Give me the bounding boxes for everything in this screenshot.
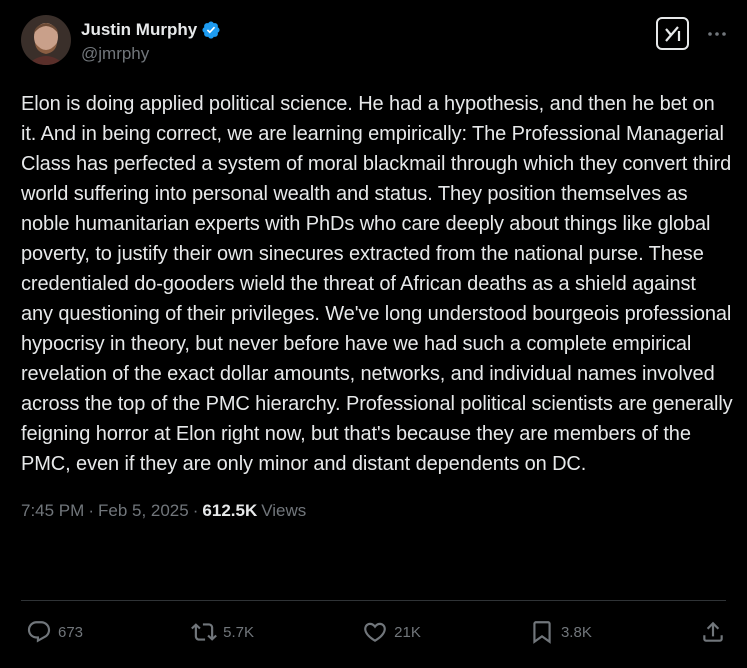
post-text: Elon is doing applied political science.… — [21, 93, 739, 475]
reply-icon — [27, 621, 51, 643]
meta-separator: · — [88, 501, 94, 520]
avatar[interactable] — [21, 15, 71, 65]
post-meta: 7:45 PM · Feb 5, 2025 · 612.5K Views — [21, 501, 726, 525]
divider — [21, 600, 726, 601]
verified-badge-icon — [201, 20, 221, 40]
post-date[interactable]: Feb 5, 2025 — [98, 501, 189, 521]
like-count: 21K — [394, 623, 421, 641]
display-name[interactable]: Justin Murphy — [81, 20, 197, 40]
reply-count: 673 — [58, 623, 84, 641]
action-bar: 673 5.7K 21K 3.8K — [21, 612, 726, 652]
handle[interactable]: @jmrphy — [81, 44, 221, 64]
avatar-image — [21, 15, 71, 65]
like-button[interactable]: 21K — [362, 619, 421, 645]
repost-count: 5.7K — [223, 623, 255, 641]
post-card: Justin Murphy @jmrphy Elon is doing appl… — [0, 0, 747, 668]
like-icon — [364, 622, 386, 642]
name-row: Justin Murphy — [81, 18, 221, 42]
post-time[interactable]: 7:45 PM — [21, 501, 84, 521]
bookmark-count: 3.8K — [560, 623, 592, 641]
author-info: Justin Murphy @jmrphy — [81, 15, 221, 64]
reply-button[interactable]: 673 — [26, 619, 83, 645]
views-count[interactable]: 612.5K — [202, 501, 257, 521]
share-icon — [703, 621, 723, 642]
meta-separator: · — [192, 501, 199, 520]
repost-button[interactable]: 5.7K — [191, 619, 254, 645]
bookmark-button[interactable]: 3.8K — [529, 619, 592, 645]
bookmark-icon — [533, 621, 551, 644]
share-button[interactable] — [700, 619, 726, 645]
grok-icon[interactable] — [656, 17, 689, 50]
header-actions — [656, 17, 727, 50]
views-label: Views — [261, 501, 307, 520]
repost-icon — [191, 623, 218, 641]
more-icon[interactable] — [707, 24, 727, 44]
post-header: Justin Murphy @jmrphy — [21, 15, 726, 71]
